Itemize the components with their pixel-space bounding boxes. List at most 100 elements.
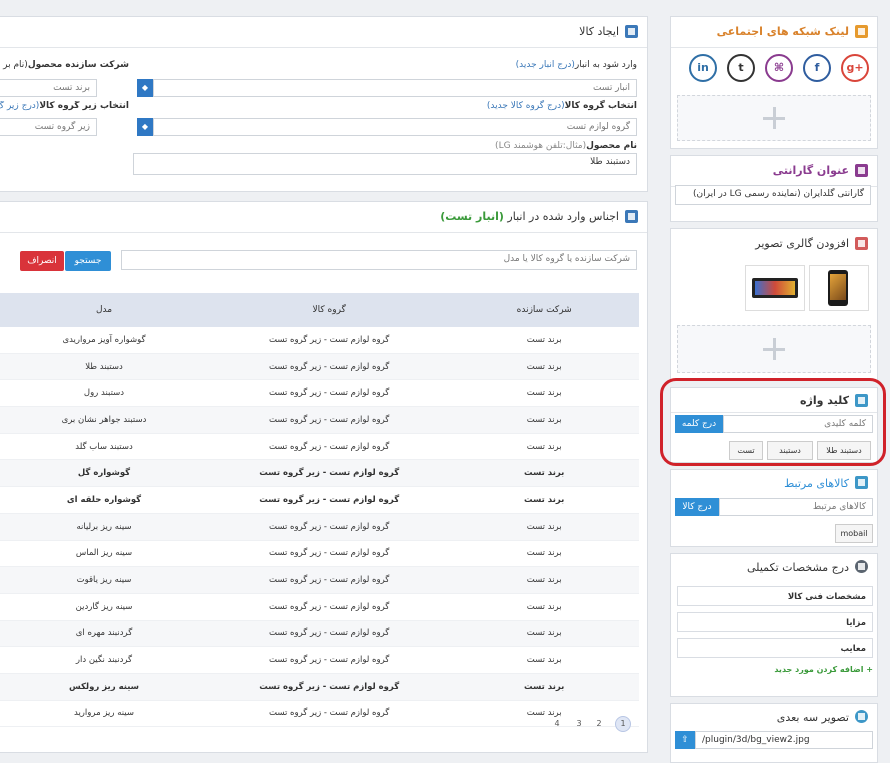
related-title: کالاهای مرتبط	[784, 477, 849, 490]
table-row[interactable]: دستبند ساب گلد گروه لوازم تست - زیر گروه …	[0, 433, 639, 461]
linkedin-icon[interactable]: in	[689, 54, 717, 82]
cell-model: دستبند ساب گلد	[0, 433, 209, 461]
create-product-title: ایجاد کالا	[579, 25, 619, 38]
document-icon	[625, 25, 638, 38]
spec-item[interactable]: مشخصات فنی کالا	[677, 586, 873, 606]
warehouse-select-arrow[interactable]: ◆	[137, 79, 153, 97]
related-input[interactable]: کالاهای مرتبط	[719, 498, 873, 516]
related-panel: کالاهای مرتبط کالاهای مرتبط درج کالا mob…	[670, 469, 878, 547]
cell-model: گوشواره گل	[0, 459, 209, 488]
image-icon	[855, 237, 868, 250]
cell-model: گردنبند نگین دار	[0, 646, 209, 674]
group-add-link[interactable]: (درج گروه کالا جدید)	[487, 101, 565, 111]
warranty-title: عنوان گارانتی	[772, 164, 849, 177]
tablet-image	[752, 278, 798, 298]
cell-group: گروه لوازم تست - زیر گروه تست	[208, 673, 450, 701]
group-select-arrow[interactable]: ◆	[137, 118, 153, 136]
table-row[interactable]: دستبند طلا گروه لوازم تست - زیر گروه تست ب…	[0, 353, 639, 381]
table-row[interactable]: گوشواره آویز مرواریدی گروه لوازم تست - زی…	[0, 327, 639, 354]
cell-manufacturer: برند تست	[449, 459, 639, 488]
social-title: لینک شبکه های اجتماعی	[716, 25, 849, 38]
link-icon	[855, 476, 868, 489]
gallery-thumb-tablet[interactable]	[745, 265, 805, 311]
warehouse-add-link[interactable]: (درج انبار جدید)	[516, 60, 575, 70]
cell-manufacturer: برند تست	[449, 513, 639, 541]
google-plus-icon[interactable]: g+	[841, 54, 869, 82]
tag-icon	[855, 164, 868, 177]
upload-icon[interactable]: ⇧	[675, 731, 695, 749]
spec-item[interactable]: معایب	[677, 638, 873, 658]
table-row[interactable]: دستبند رول گروه لوازم تست - زیر گروه تست ب…	[0, 379, 639, 408]
plus-icon	[763, 338, 785, 360]
inventory-search-input[interactable]: شرکت سازنده یا گروه کالا یا مدل	[121, 250, 637, 270]
column-header-model[interactable]: مدل	[0, 293, 209, 327]
create-product-panel: ایجاد کالا وارد شود به انبار(درج انبار ج…	[0, 16, 648, 192]
cell-manufacturer: برند تست	[449, 433, 639, 461]
cell-model: گردنبند مهره ای	[0, 620, 209, 648]
search-button[interactable]: جستجو	[65, 251, 111, 271]
gallery-add-box[interactable]	[677, 325, 871, 373]
subgroup-label: انتخاب زیر گروه کالا(درج زیر گ	[0, 101, 129, 111]
column-header-manufacturer[interactable]: شرکت سازنده	[449, 293, 639, 327]
cube-icon	[855, 710, 868, 723]
phone-image	[828, 270, 848, 306]
page-2-button[interactable]: 2	[591, 716, 607, 732]
cell-group: گروه لوازم تست - زیر گروه تست	[208, 593, 450, 621]
page-4-button[interactable]: 4	[549, 716, 565, 732]
cell-group: گروه لوازم تست - زیر گروه تست	[208, 513, 450, 541]
table-header-row: مدل گروه کالا شرکت سازنده	[0, 293, 639, 327]
cell-manufacturer: برند تست	[449, 406, 639, 434]
inventory-panel: اجناس وارد شده در انبار (انبار تست) شرکت…	[0, 201, 648, 753]
cell-group: گروه لوازم تست - زیر گروه تست	[208, 486, 450, 514]
name-label: نام محصول(مثال:تلفن هوشمند LG)	[495, 141, 637, 151]
table-row[interactable]: گوشواره گل گروه لوازم تست - زیر گروه تست ب…	[0, 459, 639, 488]
cell-manufacturer: برند تست	[449, 566, 639, 594]
cell-model: سینه ریز یاقوت	[0, 566, 209, 594]
cell-manufacturer: برند تست	[449, 646, 639, 674]
image3d-panel: تصویر سه بعدی /plugin/3d/bg_view2.jpg ⇧	[670, 703, 878, 763]
image3d-title: تصویر سه بعدی	[776, 711, 849, 724]
cell-group: گروه لوازم تست - زیر گروه تست	[208, 353, 450, 381]
manufacturer-select[interactable]: برند تست	[0, 79, 97, 97]
gallery-thumb-phone[interactable]	[809, 265, 869, 311]
column-header-group[interactable]: گروه کالا	[208, 293, 450, 327]
table-row[interactable]: سینه ریز رولکس گروه لوازم تست - زیر گروه …	[0, 673, 639, 701]
table-row[interactable]: سینه ریز یاقوت گروه لوازم تست - زیر گروه …	[0, 566, 639, 594]
table-row[interactable]: سینه ریز گاردین گروه لوازم تست - زیر گروه…	[0, 593, 639, 621]
warehouse-select[interactable]: انبار تست	[153, 79, 637, 97]
cell-model: دستبند جواهر نشان بری	[0, 406, 209, 434]
windows-icon[interactable]: ⌘	[765, 54, 793, 82]
cell-model: سینه ریز مروارید	[0, 700, 209, 728]
plus-icon	[763, 107, 785, 129]
table-row[interactable]: گوشواره حلقه ای گروه لوازم تست - زیر گروه…	[0, 486, 639, 514]
twitter-icon[interactable]: t	[727, 54, 755, 82]
group-select[interactable]: گروه لوازم تست	[153, 118, 637, 136]
table-row[interactable]: سینه ریز الماس گروه لوازم تست - زیر گروه …	[0, 540, 639, 568]
warranty-input[interactable]: گارانتی گلدایران (نماینده رسمی LG در ایر…	[675, 185, 871, 205]
related-tag[interactable]: mobail	[835, 524, 873, 543]
name-input[interactable]: دستبند طلا	[133, 153, 637, 175]
table-row[interactable]: سینه ریز مروارید گروه لوازم تست - زیر گرو…	[0, 700, 639, 728]
page-1-button[interactable]: 1	[615, 716, 631, 732]
table-row[interactable]: دستبند جواهر نشان بری گروه لوازم تست - زی…	[0, 406, 639, 434]
specs-title: درج مشخصات تکمیلی	[747, 561, 849, 574]
facebook-icon[interactable]: f	[803, 54, 831, 82]
warehouse-label: وارد شود به انبار(درج انبار جدید)	[515, 60, 637, 70]
page-3-button[interactable]: 3	[571, 716, 587, 732]
image3d-path-input[interactable]: /plugin/3d/bg_view2.jpg	[695, 731, 873, 749]
spec-item[interactable]: مزایا	[677, 612, 873, 632]
cell-model: دستبند رول	[0, 379, 209, 408]
table-row[interactable]: سینه ریز برلیانه گروه لوازم تست - زیر گرو…	[0, 513, 639, 541]
cancel-button[interactable]: انصراف	[20, 251, 64, 271]
gallery-title: افزودن گالری تصویر	[755, 237, 849, 250]
cell-group: گروه لوازم تست - زیر گروه تست	[208, 459, 450, 488]
social-add-box[interactable]	[677, 95, 871, 141]
cell-group: گروه لوازم تست - زیر گروه تست	[208, 406, 450, 434]
subgroup-select[interactable]: زیر گروه تست	[0, 118, 97, 136]
table-row[interactable]: گردنبند مهره ای گروه لوازم تست - زیر گروه…	[0, 620, 639, 648]
manufacturer-label: شرکت سازنده محصول(نام بر	[3, 60, 129, 70]
add-spec-link[interactable]: + اضافه کردن مورد جدید	[774, 665, 873, 674]
add-related-button[interactable]: درج کالا	[675, 498, 719, 516]
table-row[interactable]: گردنبند نگین دار گروه لوازم تست - زیر گرو…	[0, 646, 639, 674]
cell-model: سینه ریز برلیانه	[0, 513, 209, 541]
